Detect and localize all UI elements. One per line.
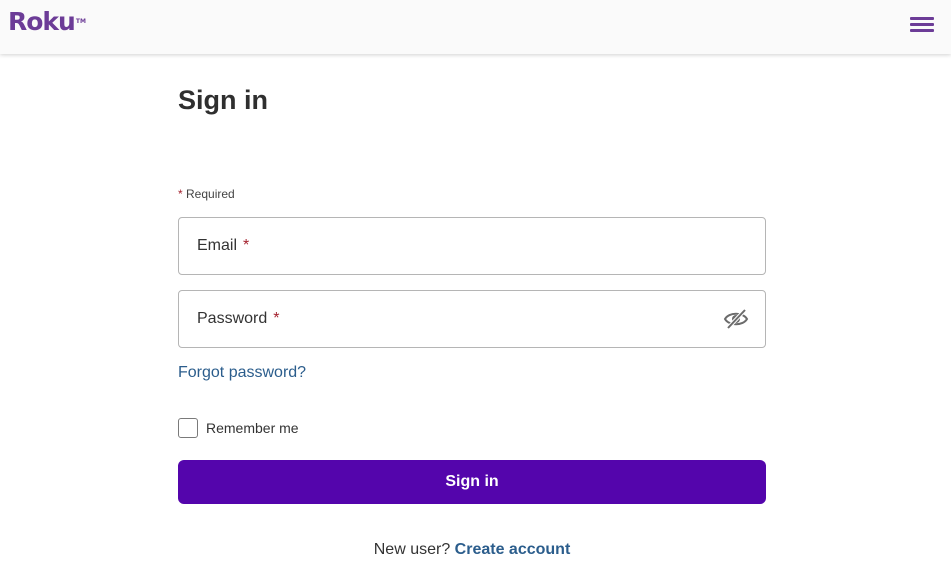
required-note: * Required (178, 187, 235, 201)
logo-text: Roku (8, 7, 76, 36)
password-field-container: Password * (178, 290, 766, 348)
site-header: RokuTM (0, 0, 951, 54)
remember-me-row: Remember me (178, 417, 299, 439)
required-note-text: Required (186, 187, 235, 201)
required-star: * (178, 187, 183, 201)
forgot-password-link[interactable]: Forgot password? (178, 364, 306, 382)
eye-slash-icon[interactable] (722, 307, 750, 331)
email-field[interactable] (179, 218, 765, 274)
remember-me-checkbox[interactable] (178, 418, 198, 438)
sign-in-button[interactable]: Sign in (178, 460, 766, 504)
hamburger-menu-icon[interactable] (906, 14, 936, 36)
email-field-container: Email * (178, 217, 766, 275)
roku-logo[interactable]: RokuTM (8, 8, 86, 36)
remember-me-label[interactable]: Remember me (206, 420, 299, 436)
signin-form-container: Sign in * Required Email * Password * Forg… (178, 54, 766, 579)
password-field[interactable] (179, 291, 765, 347)
new-user-text: New user? (373, 541, 451, 558)
page-title: Sign in (178, 85, 268, 115)
new-user-prompt: New user? Create account (178, 541, 766, 559)
logo-tm: TM (75, 18, 86, 25)
create-account-link[interactable]: Create account (455, 541, 571, 558)
